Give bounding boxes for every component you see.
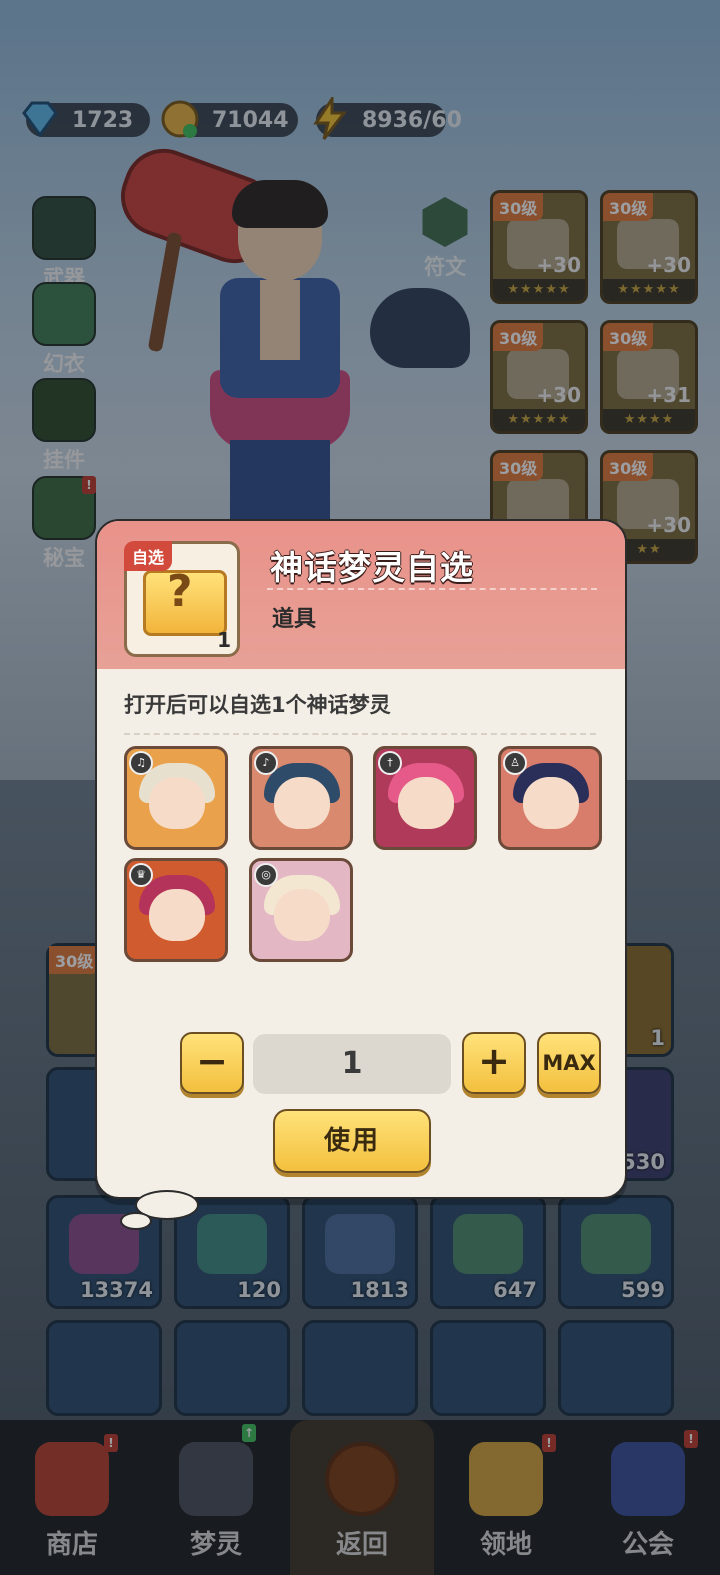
divider xyxy=(267,588,597,590)
spirit-option[interactable]: † xyxy=(373,746,477,850)
question-mark-icon: ? xyxy=(167,566,193,617)
spirit-option[interactable]: ♪ xyxy=(249,746,353,850)
use-button[interactable]: 使用 xyxy=(273,1109,431,1173)
element-badge-icon: ♫ xyxy=(129,751,153,775)
element-badge-icon: ♙ xyxy=(503,751,527,775)
speech-bubble-tail xyxy=(120,1212,152,1230)
item-description: 打开后可以自选1个神话梦灵 xyxy=(124,693,391,717)
spirit-option[interactable]: ♙ xyxy=(498,746,602,850)
dialog-title: 神话梦灵自选 xyxy=(270,548,474,587)
element-badge-icon: ♪ xyxy=(254,751,278,775)
item-tag: 自选 xyxy=(124,541,173,571)
max-button[interactable]: MAX xyxy=(537,1032,601,1094)
element-badge-icon: ◎ xyxy=(254,863,278,887)
item-type: 道具 xyxy=(272,607,317,632)
spirit-option[interactable]: ◎ xyxy=(249,858,353,962)
item-use-dialog: ? 自选 1 神话梦灵自选 道具 打开后可以自选1个神话梦灵 ♫ ♪ † ♙ ♛… xyxy=(95,519,627,1199)
item-count: 1 xyxy=(217,628,231,652)
item-icon: ? 自选 1 xyxy=(124,541,240,657)
divider xyxy=(124,733,596,735)
element-badge-icon: † xyxy=(378,751,402,775)
quantity-field[interactable]: 1 xyxy=(253,1034,451,1094)
increase-button[interactable]: + xyxy=(462,1032,526,1094)
decrease-button[interactable]: − xyxy=(180,1032,244,1094)
spirit-option[interactable]: ♛ xyxy=(124,858,228,962)
spirit-option[interactable]: ♫ xyxy=(124,746,228,850)
element-badge-icon: ♛ xyxy=(129,863,153,887)
